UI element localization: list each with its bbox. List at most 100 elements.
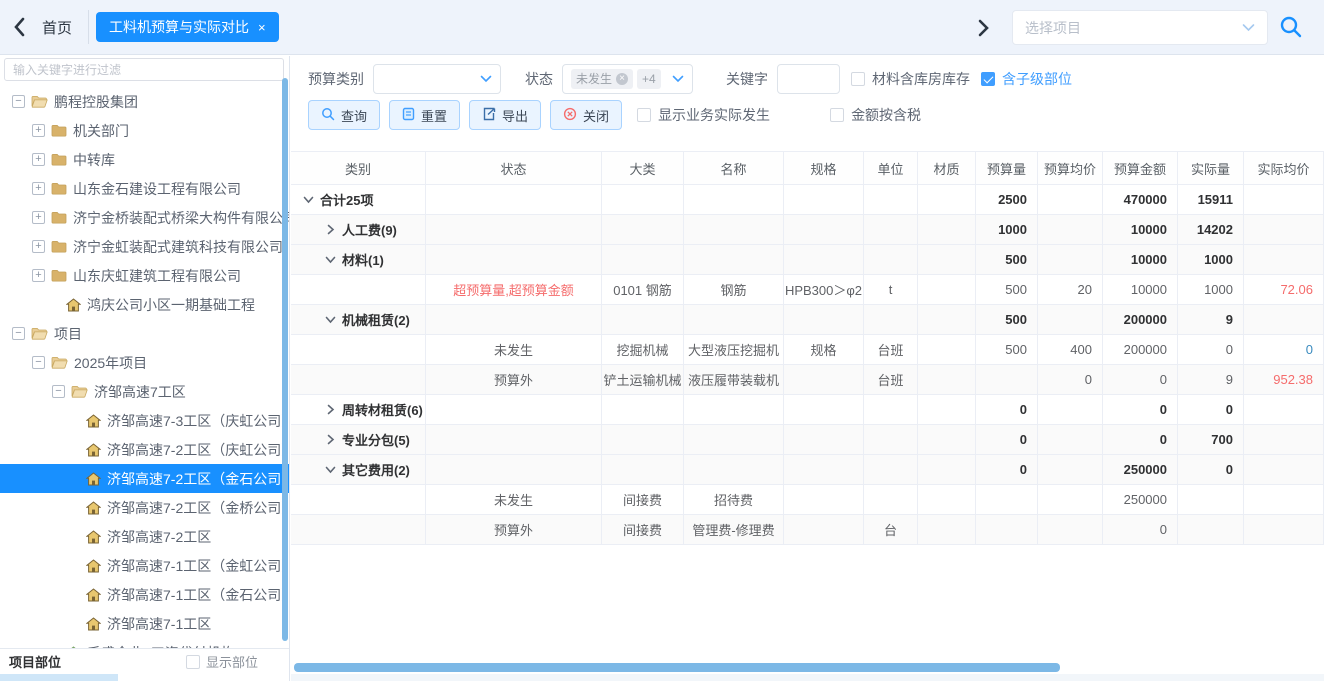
export-button[interactable]: 导出 xyxy=(469,100,541,130)
cell-actual-qty: 0 xyxy=(1178,455,1244,484)
table-row[interactable]: 未发生挖掘机械大型液压挖掘机规格台班50040020000000 xyxy=(291,335,1324,365)
tree-item[interactable]: +济宁金虹装配式建筑科技有限公司 xyxy=(0,232,289,261)
tab-home[interactable]: 首页 xyxy=(42,17,72,38)
tree-item[interactable]: 济邹高速7-1工区（金虹公司） xyxy=(0,551,289,580)
cell-budget-price xyxy=(1038,245,1103,274)
tree-item[interactable]: +中转库 xyxy=(0,145,289,174)
collapse-icon[interactable]: − xyxy=(32,356,45,369)
table-row[interactable]: 其它费用(2)02500000 xyxy=(291,455,1324,485)
tree-item-label: 济邹高速7-2工区 xyxy=(107,527,211,547)
sidebar-vertical-scrollbar[interactable] xyxy=(282,78,288,641)
table-row[interactable]: 合计25项250047000015911 xyxy=(291,185,1324,215)
include-sub-checkbox[interactable]: 含子级部位 xyxy=(981,69,1072,89)
expand-icon[interactable]: + xyxy=(32,240,45,253)
tree-item[interactable]: 济邹高速7-2工区（金石公司） xyxy=(0,464,289,493)
checkbox-checked-icon[interactable] xyxy=(981,72,995,86)
table-row[interactable]: 预算外铲土运输机械液压履带装载机台班009952.38 xyxy=(291,365,1324,395)
tree-item[interactable]: 济邹高速7-2工区 xyxy=(0,522,289,551)
chevron-right-icon[interactable] xyxy=(974,15,992,41)
show-parts-checkbox[interactable]: 显示部位 xyxy=(186,652,258,671)
tree-item[interactable]: 鸿庆公司小区一期基础工程 xyxy=(0,290,289,319)
cell-actual-qty: 0 xyxy=(1178,395,1244,424)
collapse-row-icon[interactable] xyxy=(325,464,336,475)
table-row[interactable]: 人工费(9)10001000014202 xyxy=(291,215,1324,245)
tree-item[interactable]: −项目 xyxy=(0,319,289,348)
cell-material xyxy=(918,335,976,364)
expand-icon[interactable]: + xyxy=(32,124,45,137)
cell-status: 超预算量,超预算金额 xyxy=(426,275,602,304)
expand-icon[interactable]: + xyxy=(32,182,45,195)
column-header: 大类 xyxy=(602,152,684,184)
collapse-icon[interactable]: − xyxy=(12,95,25,108)
query-button[interactable]: 查询 xyxy=(308,100,380,130)
tree-item[interactable]: +机关部门 xyxy=(0,116,289,145)
status-tag-more[interactable]: +4 xyxy=(637,69,661,89)
checkbox-icon[interactable] xyxy=(186,655,200,669)
query-button-label: 查询 xyxy=(341,106,367,125)
search-icon[interactable] xyxy=(1278,14,1304,40)
horizontal-scrollbar-track[interactable] xyxy=(292,662,1324,673)
table-row[interactable]: 专业分包(5)00700 xyxy=(291,425,1324,455)
tree-item[interactable]: 济邹高速7-1工区（金石公司） xyxy=(0,580,289,609)
expand-icon[interactable]: + xyxy=(32,153,45,166)
cell-budget-qty xyxy=(976,365,1038,394)
expand-icon[interactable]: + xyxy=(32,211,45,224)
keyword-input[interactable] xyxy=(777,64,840,94)
show-actual-checkbox[interactable]: 显示业务实际发生 xyxy=(637,105,770,125)
cell-actual-qty: 14202 xyxy=(1178,215,1244,244)
sidebar-footer: 项目部位 显示部位 xyxy=(0,648,289,674)
collapse-row-icon[interactable] xyxy=(325,254,336,265)
checkbox-icon[interactable] xyxy=(637,108,651,122)
tree-item[interactable]: 济邹高速7-2工区（庆虹公司） xyxy=(0,435,289,464)
keyword-label: 关键字 xyxy=(726,69,768,89)
expand-icon[interactable]: + xyxy=(32,269,45,282)
reset-button[interactable]: 重置 xyxy=(389,100,460,130)
cell-budget-amount: 0 xyxy=(1103,515,1178,544)
project-select[interactable]: 选择项目 xyxy=(1012,10,1268,45)
folder-icon xyxy=(51,124,67,137)
folder-open-icon xyxy=(71,385,88,398)
tab-active[interactable]: 工料机预算与实际对比 × xyxy=(96,12,279,42)
back-icon[interactable] xyxy=(10,14,30,40)
tree-item[interactable]: −2025年项目 xyxy=(0,348,289,377)
table-row[interactable]: 机械租赁(2)5002000009 xyxy=(291,305,1324,335)
tree-filter-input[interactable] xyxy=(4,58,284,81)
tree-item[interactable]: 济邹高速7-1工区 xyxy=(0,609,289,638)
horizontal-scrollbar-thumb[interactable] xyxy=(294,663,1060,672)
tree-item[interactable]: +山东金石建设工程有限公司 xyxy=(0,174,289,203)
house-icon xyxy=(86,588,101,602)
table-row[interactable]: 未发生间接费招待费250000 xyxy=(291,485,1324,515)
tree-item[interactable]: +山东庆虹建筑工程有限公司 xyxy=(0,261,289,290)
cell-budget-qty: 2500 xyxy=(976,185,1038,214)
tree-item[interactable]: 济邹高速7-3工区（庆虹公司） xyxy=(0,406,289,435)
cell-category: 合计25项 xyxy=(291,185,426,214)
collapse-row-icon[interactable] xyxy=(325,314,336,325)
material-stock-checkbox[interactable]: 材料含库房库存 xyxy=(851,69,970,89)
table-row[interactable]: 预算外间接费管理费-修理费台0 xyxy=(291,515,1324,545)
tree-item-label: 鹏程控股集团 xyxy=(54,92,138,112)
close-button[interactable]: 关闭 xyxy=(550,100,622,130)
close-tab-icon[interactable]: × xyxy=(258,20,266,35)
collapse-icon[interactable]: − xyxy=(52,385,65,398)
tree-item[interactable]: − 鹏程控股集团 xyxy=(0,87,289,116)
budget-category-select[interactable] xyxy=(373,64,501,94)
checkbox-icon[interactable] xyxy=(830,108,844,122)
expand-row-icon[interactable] xyxy=(325,404,336,415)
expand-row-icon[interactable] xyxy=(325,434,336,445)
collapse-icon[interactable]: − xyxy=(12,327,25,340)
checkbox-icon[interactable] xyxy=(851,72,865,86)
table-row[interactable]: 周转材租赁(6)000 xyxy=(291,395,1324,425)
tree-item[interactable]: −济邹高速7工区 xyxy=(0,377,289,406)
remove-tag-icon[interactable] xyxy=(616,73,628,85)
tree-item[interactable]: +济宁金桥装配式桥梁大构件有限公司 xyxy=(0,203,289,232)
table-row[interactable]: 材料(1)500100001000 xyxy=(291,245,1324,275)
table-row[interactable]: 超预算量,超预算金额0101 钢筋钢筋HPB300＞φ2t50020100001… xyxy=(291,275,1324,305)
cell-budget-qty xyxy=(976,485,1038,514)
expand-row-icon[interactable] xyxy=(325,224,336,235)
status-select[interactable]: 未发生 +4 xyxy=(562,64,693,94)
column-header: 单位 xyxy=(864,152,918,184)
amount-tax-checkbox[interactable]: 金额按含税 xyxy=(830,105,921,125)
status-tag[interactable]: 未发生 xyxy=(571,69,633,89)
collapse-row-icon[interactable] xyxy=(303,194,314,205)
tree-item[interactable]: 济邹高速7-2工区（金桥公司） xyxy=(0,493,289,522)
